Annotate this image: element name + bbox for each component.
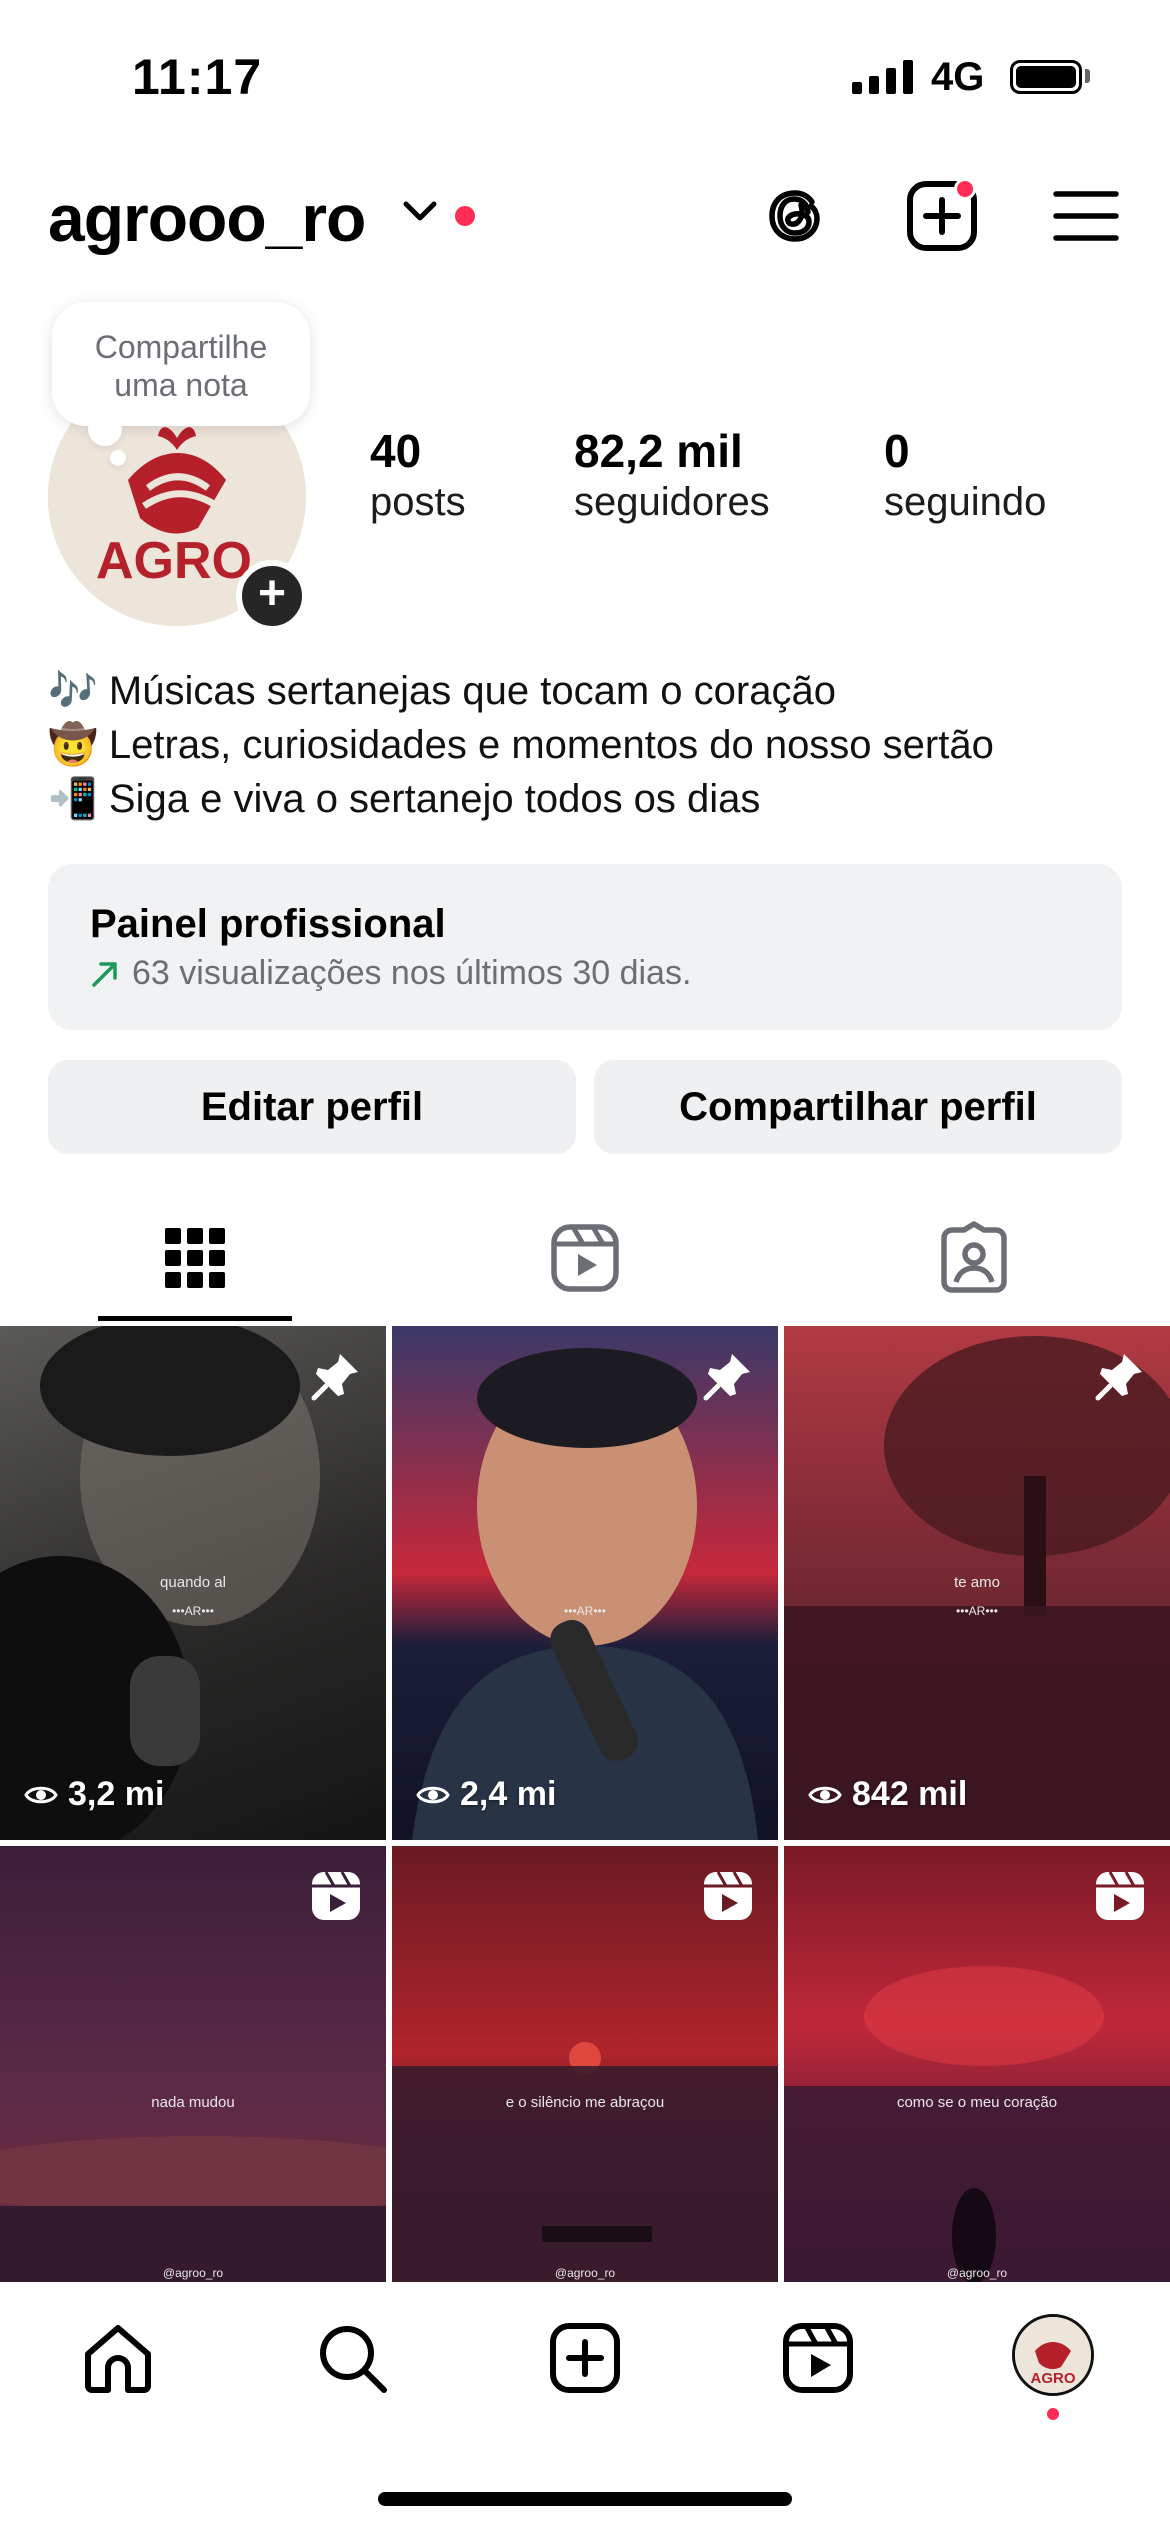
edit-profile-button[interactable]: Editar perfil bbox=[48, 1060, 576, 1154]
post-watermark: @agroo_ro bbox=[946, 2266, 1008, 2280]
pin-icon bbox=[700, 1348, 756, 1404]
post-watermark: •••AR••• bbox=[564, 1604, 606, 1618]
note-line-2: uma nota bbox=[114, 367, 248, 403]
bio-line: 📲 Siga e viva o sertanejo todos os dias bbox=[48, 777, 761, 821]
grid-icon[interactable] bbox=[155, 1218, 235, 1298]
views-count-row: 842 mil bbox=[808, 1775, 967, 1814]
post-watermark: •••AR••• bbox=[956, 1604, 998, 1618]
reels-icon[interactable] bbox=[545, 1218, 625, 1298]
post-caption: te amo bbox=[954, 1574, 1000, 1591]
views-count: 842 mil bbox=[852, 1775, 968, 1813]
followers-count[interactable]: 82,2 mil bbox=[574, 424, 743, 478]
eye-icon bbox=[808, 1786, 842, 1803]
posts-label[interactable]: posts bbox=[370, 480, 466, 525]
following-label[interactable]: seguindo bbox=[884, 480, 1046, 525]
tagged-icon[interactable] bbox=[934, 1218, 1014, 1298]
post-caption: nada mudou bbox=[151, 2094, 235, 2111]
post-caption: como se o meu coração bbox=[896, 2094, 1058, 2111]
pin-icon bbox=[1092, 1348, 1148, 1404]
following-count[interactable]: 0 bbox=[884, 424, 910, 478]
home-icon[interactable] bbox=[78, 2318, 158, 2398]
note-bubble-tail-small bbox=[110, 450, 126, 466]
profile-username[interactable]: agrooo_ro bbox=[48, 180, 366, 256]
post-watermark: @agroo_ro bbox=[554, 2266, 616, 2280]
menu-icon[interactable] bbox=[1046, 176, 1126, 256]
pin-icon bbox=[308, 1348, 364, 1404]
dashboard-subtitle-row: 63 visualizações nos últimos 30 dias. bbox=[90, 954, 691, 993]
battery-icon bbox=[1010, 60, 1082, 94]
active-tab-indicator bbox=[98, 1316, 292, 1321]
reel-icon bbox=[700, 1868, 756, 1924]
avatar-brand-text: AGRO bbox=[96, 532, 252, 590]
dashboard-subtitle: 63 visualizações nos últimos 30 dias. bbox=[132, 954, 692, 992]
views-count-row: 2,4 mi bbox=[416, 1775, 556, 1814]
chevron-down-icon[interactable] bbox=[402, 198, 438, 231]
post-tile[interactable]: quando al •••AR••• 3,2 mi bbox=[0, 1326, 386, 1840]
post-caption: quando al bbox=[160, 1574, 226, 1591]
post-tile[interactable]: •••AR••• 2,4 mi bbox=[392, 1326, 778, 1840]
views-count: 3,2 mi bbox=[68, 1775, 165, 1813]
followers-label[interactable]: seguidores bbox=[574, 480, 770, 525]
share-profile-button[interactable]: Compartilhar perfil bbox=[594, 1060, 1122, 1154]
trend-up-icon bbox=[92, 961, 117, 987]
profile-notification-dot bbox=[1047, 2408, 1059, 2420]
post-tile[interactable]: te amo •••AR••• 842 mil bbox=[784, 1326, 1170, 1840]
post-watermark: •••AR••• bbox=[172, 1604, 214, 1618]
signal-icon bbox=[852, 58, 913, 94]
create-notification-dot bbox=[954, 178, 976, 200]
profile-bio: 🎶 Músicas sertanejas que tocam o coração… bbox=[48, 664, 994, 826]
home-indicator bbox=[378, 2492, 792, 2506]
battery-tip bbox=[1085, 69, 1090, 83]
nav-avatar-brand: AGRO bbox=[1031, 2370, 1076, 2387]
bio-line: 🤠 Letras, curiosidades e momentos do nos… bbox=[48, 723, 994, 767]
post-watermark: @agroo_ro bbox=[162, 2266, 224, 2280]
post-caption: e o silêncio me abraçou bbox=[505, 2094, 665, 2111]
threads-icon[interactable] bbox=[756, 176, 836, 256]
reel-icon bbox=[308, 1868, 364, 1924]
eye-icon bbox=[24, 1786, 58, 1803]
bio-line: 🎶 Músicas sertanejas que tocam o coração bbox=[48, 669, 836, 713]
eye-icon bbox=[416, 1786, 450, 1803]
note-bubble[interactable]: Compartilhe uma nota bbox=[52, 302, 310, 426]
create-icon[interactable] bbox=[545, 2318, 625, 2398]
views-count-row: 3,2 mi bbox=[24, 1775, 164, 1814]
status-time: 11:17 bbox=[132, 49, 263, 105]
note-bubble-tail bbox=[88, 412, 122, 446]
network-label: 4G bbox=[931, 55, 985, 99]
note-line-1: Compartilhe bbox=[94, 329, 268, 365]
reel-icon bbox=[1092, 1868, 1148, 1924]
reels-nav-icon[interactable] bbox=[778, 2318, 858, 2398]
professional-dashboard-card[interactable] bbox=[48, 864, 1122, 1030]
views-count: 2,4 mi bbox=[460, 1775, 557, 1813]
profile-tab-avatar[interactable]: AGRO bbox=[1012, 2314, 1094, 2396]
add-story-icon[interactable]: + bbox=[236, 560, 308, 632]
posts-count[interactable]: 40 bbox=[370, 424, 421, 478]
dashboard-title: Painel profissional bbox=[90, 902, 446, 946]
search-icon[interactable] bbox=[312, 2318, 392, 2398]
account-notification-dot bbox=[455, 206, 475, 226]
